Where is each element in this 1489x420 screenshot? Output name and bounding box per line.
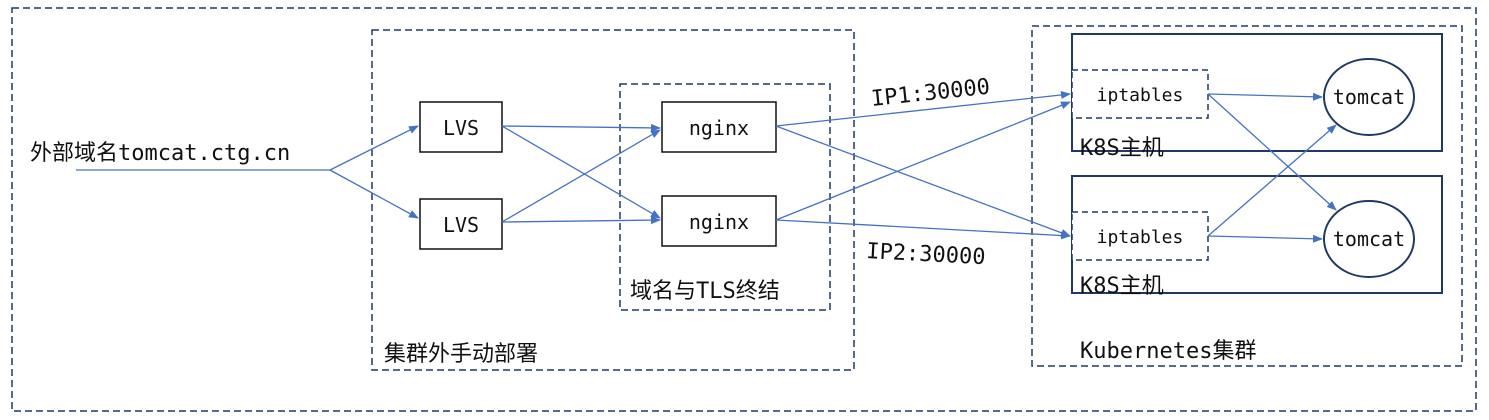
- edge-iptables-top-to-tomcat-top: [1207, 92, 1323, 101]
- ip1-label: IP1:30000: [870, 75, 991, 112]
- tls-group-label: 域名与TLS终结: [630, 279, 780, 304]
- ip2-label: IP2:30000: [866, 239, 986, 270]
- nginx-label-bottom: nginx: [689, 210, 749, 234]
- tomcat-label-top: tomcat: [1333, 85, 1405, 109]
- diagram-canvas: 外部域名tomcat.ctg.cn 集群外手动部署 域名与TLS终结 Kuber…: [0, 0, 1489, 420]
- iptables-label-bottom: iptables: [1097, 227, 1184, 248]
- k8s-host-label-top: K8S主机: [1080, 136, 1164, 161]
- lvs-label-bottom: LVS: [443, 213, 479, 237]
- edge-lvs-top-to-nginx-bottom: [501, 125, 661, 219]
- edge-domain-to-lvs-top: [329, 125, 419, 171]
- k8s-cluster-label: Kubernetes集群: [1080, 339, 1256, 364]
- k8s-host-label-bottom: K8S主机: [1080, 274, 1164, 299]
- tomcat-label-bottom: tomcat: [1333, 227, 1405, 251]
- nginx-label-top: nginx: [689, 116, 749, 140]
- edge-lvs-bottom-to-nginx-top: [501, 129, 661, 223]
- edge-iptables-bottom-to-tomcat-bottom: [1207, 234, 1323, 243]
- edge-lvs-top-to-nginx-top: [501, 123, 661, 132]
- edge-nginx-bottom-to-iptables-top: [775, 101, 1071, 221]
- edge-nginx-top-to-iptables-bottom: [775, 125, 1071, 237]
- lvs-label-top: LVS: [443, 116, 479, 140]
- edge-iptables-bottom-to-tomcat-top: [1207, 124, 1337, 237]
- edge-lvs-bottom-to-nginx-bottom: [501, 216, 661, 225]
- architecture-diagram: 外部域名tomcat.ctg.cn 集群外手动部署 域名与TLS终结 Kuber…: [11, 7, 1477, 412]
- edge-nginx-bottom-to-iptables-bottom: [775, 219, 1071, 240]
- iptables-label-top: iptables: [1097, 85, 1184, 106]
- edge-domain-to-lvs-bottom: [329, 169, 419, 219]
- manual-cluster-label: 集群外手动部署: [384, 342, 538, 367]
- external-domain-label: 外部域名tomcat.ctg.cn: [30, 141, 290, 166]
